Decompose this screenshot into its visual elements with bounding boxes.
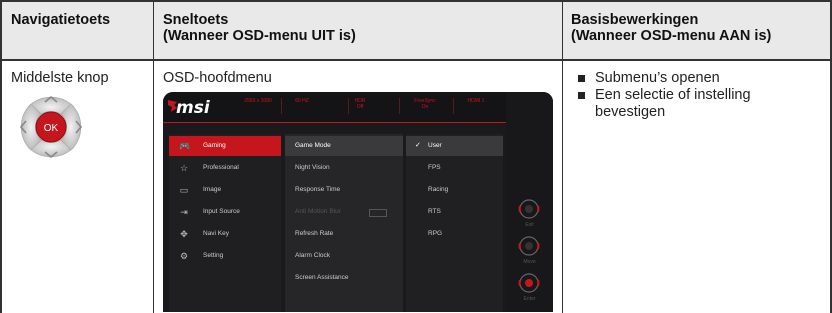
osd-option-item: RTS (428, 208, 441, 215)
gear-icon: ⚙ (179, 251, 189, 261)
exit-button-icon (518, 199, 540, 219)
status-separator (281, 98, 282, 114)
toggle-switch (369, 209, 387, 217)
osd-menu-gaming: 🎮 Gaming (169, 136, 281, 156)
osd-logo: msi (176, 98, 210, 118)
operation-item: Submenu’s openen (571, 70, 821, 87)
ok-label: OK (44, 123, 59, 134)
status-freesync: FreeSync On (414, 98, 436, 110)
osd-option-item: FPS (428, 164, 441, 171)
osd-submenu-item: Night Vision (295, 164, 330, 171)
osd-option-item: ✓ User (406, 136, 503, 156)
col-border-right (830, 0, 832, 313)
osd-main-menu: 🎮 Gaming ☆ Professional ▭ Image ⇥ Input Sour… (169, 134, 281, 312)
osd-submenu-item: Anti Motion Blur (285, 202, 403, 222)
input-icon: ⇥ (180, 207, 188, 217)
check-icon: ✓ (415, 142, 421, 149)
hotkey-text: OSD-hoofdmenu (163, 70, 272, 86)
osd-button-panel: Exit Move Enter (506, 92, 553, 312)
enter-button-icon (518, 273, 540, 293)
image-icon: ▭ (179, 185, 189, 195)
bullet-icon (578, 75, 585, 82)
instruction-table: Navigatietoets Sneltoets (Wanneer OSD-me… (0, 0, 832, 313)
exit-label: Exit (525, 222, 534, 228)
osd-menu-image: ▭ Image (179, 185, 222, 195)
status-resolution: 2560 x 1080 (244, 98, 272, 104)
osd-options: ✓ User FPS Racing RTS RPG (406, 134, 503, 312)
key-name: Middelste knop (11, 70, 109, 86)
osd-option-item: RPG (428, 230, 443, 237)
header-cell-hotkey: Sneltoets (Wanneer OSD-menu UIT is) (163, 12, 356, 44)
status-separator (399, 98, 400, 114)
header-nav-title: Navigatietoets (11, 12, 111, 28)
osd-submenu: Game Mode Night Vision Response Time Ant… (285, 134, 403, 312)
osd-submenu-item: Game Mode (285, 136, 403, 156)
osd-option-item: Racing (428, 186, 449, 193)
header-basic-title: Basisbewerkingen (571, 12, 699, 28)
operations-cell: Submenu’s openen Een selectie of instell… (571, 70, 821, 121)
col-border-left (0, 0, 2, 313)
osd-menu-navi-key: ✥ Navi Key (180, 229, 230, 239)
col-border-1 (153, 0, 154, 313)
osd-menu-setting: ⚙ Setting (179, 251, 224, 261)
header-basic-subtitle: (Wanneer OSD-menu AAN is) (571, 28, 772, 44)
col-border-2 (562, 0, 563, 313)
gamepad-icon: 🎮 (179, 141, 191, 151)
osd-menu-professional: ☆ Professional (179, 163, 239, 173)
header-divider (0, 59, 832, 61)
osd-submenu-item: Screen Assistance (295, 274, 349, 281)
bullet-icon (578, 92, 585, 99)
header-cell-basic: Basisbewerkingen (Wanneer OSD-menu AAN i… (571, 12, 771, 44)
operation-item: Een selectie of instelling bevestigen (571, 87, 821, 121)
osd-screenshot: msi 2560 x 1080 60 HZ HDR Off FreeSync O… (163, 92, 553, 312)
osd-submenu-item: Response Time (295, 186, 341, 193)
status-refresh: 60 HZ (295, 98, 309, 104)
osd-menu-input-source: ⇥ Input Source (180, 207, 240, 217)
osd-submenu-item: Alarm Clock (295, 252, 331, 259)
star-icon: ☆ (179, 163, 189, 173)
status-separator (453, 98, 454, 114)
enter-label: Enter (523, 296, 536, 302)
navigation-key-icon: OK (19, 95, 83, 159)
move-button-icon (518, 236, 540, 256)
header-cell-nav: Navigatietoets (11, 12, 110, 28)
move-label: Move (523, 259, 536, 265)
status-hdr: HDR Off (354, 98, 366, 110)
table-border-top (0, 0, 832, 2)
osd-status-bar: msi 2560 x 1080 60 HZ HDR Off FreeSync O… (163, 92, 553, 123)
navi-key-icon: ✥ (180, 229, 188, 239)
header-hotkey-title: Sneltoets (163, 12, 229, 28)
header-hotkey-subtitle: (Wanneer OSD-menu UIT is) (163, 28, 356, 44)
osd-submenu-item: Refresh Rate (295, 230, 334, 237)
status-input: HDMI 1 (467, 98, 485, 104)
